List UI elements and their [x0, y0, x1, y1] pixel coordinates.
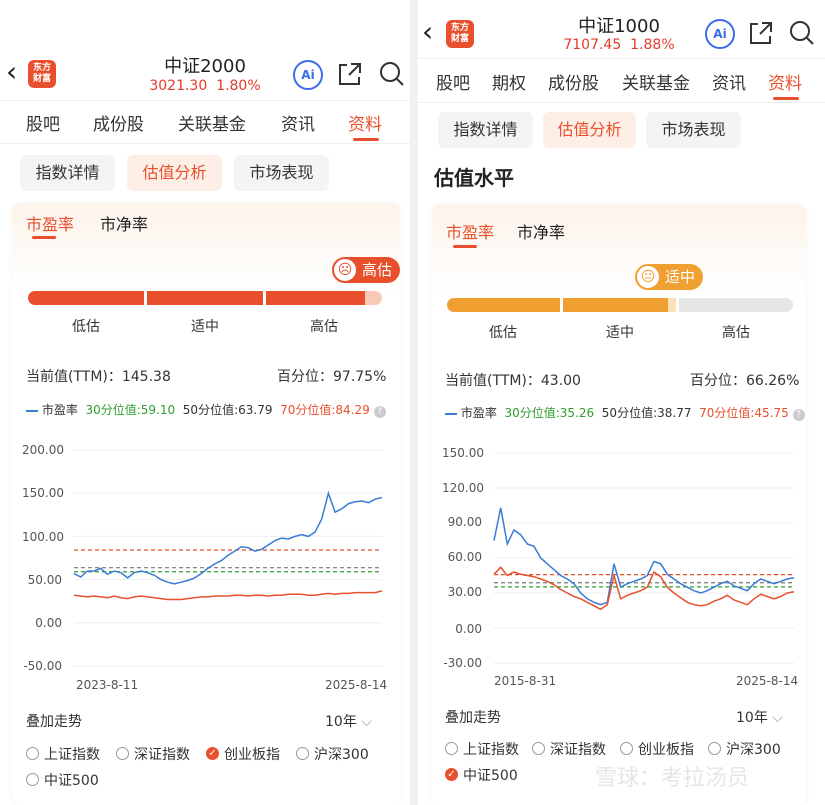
period-value: 10年 [325, 714, 357, 730]
x-tick-end: 2025-8-14 [325, 678, 388, 692]
left-panel: ‹ 东方 财富 中证2000 3021.30 1.80% Ai 股吧 成份股 关联… [0, 0, 410, 805]
pe-series-line [493, 507, 795, 606]
radio[interactable] [445, 742, 458, 755]
radio[interactable] [26, 747, 39, 760]
right-panel: ‹ 东方 财富 中证1000 7107.45 1.88% Ai 股吧 期权 成份股… [418, 0, 825, 805]
panel-divider [410, 0, 418, 805]
overlay-option-2[interactable]: 创业板指 [224, 744, 280, 764]
watermark: 雪球：考拉汤员 [595, 766, 750, 791]
chevron-down-icon: ⌵ [361, 714, 372, 730]
x-tick-start: 2023-8-11 [76, 678, 139, 692]
overlay-label: 叠加走势 [26, 714, 82, 730]
radio[interactable] [532, 742, 545, 755]
overlay-option-4[interactable]: 中证500 [44, 770, 99, 790]
overlay-option-1[interactable]: 深证指数 [134, 744, 190, 764]
overlay-option-2[interactable]: 创业板指 [638, 739, 694, 759]
pe-chart [493, 452, 795, 664]
radio[interactable] [708, 742, 721, 755]
pe-chart [73, 449, 383, 667]
radio[interactable] [296, 747, 309, 760]
radio-selected[interactable] [206, 747, 219, 760]
overlay-option-1[interactable]: 深证指数 [550, 739, 606, 759]
overlay-label: 叠加走势 [445, 710, 501, 726]
overlay-option-0[interactable]: 上证指数 [463, 739, 519, 759]
overlay-option-4[interactable]: 中证500 [463, 765, 518, 785]
chevron-down-icon: ⌵ [772, 710, 783, 726]
radio-selected[interactable] [445, 768, 458, 781]
overlay-option-3[interactable]: 沪深300 [314, 744, 369, 764]
radio[interactable] [116, 747, 129, 760]
overlay-series-line [73, 590, 383, 601]
x-tick-end: 2025-8-14 [736, 674, 799, 688]
period-value: 10年 [736, 710, 768, 726]
x-tick-start: 2015-8-31 [494, 674, 557, 688]
pe-series-line [73, 490, 383, 585]
radio[interactable] [26, 773, 39, 786]
radio[interactable] [620, 742, 633, 755]
overlay-option-3[interactable]: 沪深300 [726, 739, 781, 759]
period-select[interactable]: 10年 ⌵ [325, 711, 372, 731]
overlay-option-0[interactable]: 上证指数 [44, 744, 100, 764]
period-select[interactable]: 10年 ⌵ [736, 707, 783, 727]
